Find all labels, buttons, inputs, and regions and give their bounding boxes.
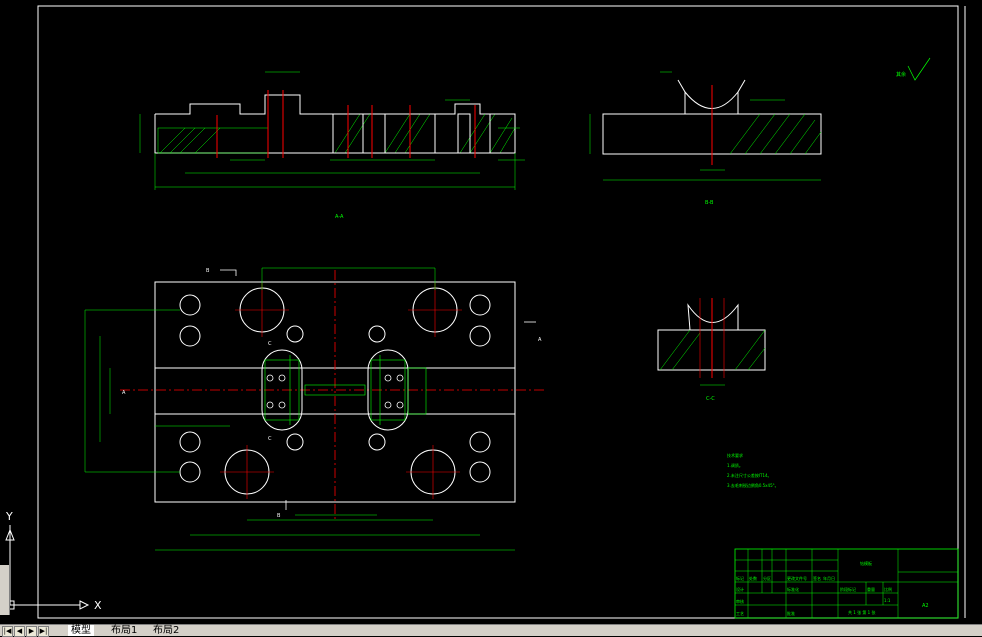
last-tab-button[interactable]: ▶| (38, 626, 49, 637)
cad-drawing: A-A B-B 其余 A A B B C C C-C 技术要求 1.调质。 2.… (5, 5, 966, 619)
tab-layout2[interactable]: 布局2 (150, 625, 182, 636)
svg-text:1.调质。: 1.调质。 (727, 462, 743, 468)
svg-text:分区: 分区 (763, 575, 771, 581)
section-aa-view: A-A (139, 71, 525, 220)
section-bb-label: B-B (705, 200, 714, 206)
svg-text:设计: 设计 (736, 586, 744, 592)
svg-text:C: C (268, 436, 272, 442)
roughness-symbol: 其余 (896, 57, 931, 81)
section-marks: A A B B C C (122, 268, 542, 519)
svg-text:处数: 处数 (749, 575, 757, 581)
svg-text:共 1 张 第 1 张: 共 1 张 第 1 张 (848, 609, 875, 615)
sheet-size-label: A2 (922, 603, 929, 609)
prev-tab-button[interactable]: ◀ (14, 626, 25, 637)
svg-text:重量: 重量 (867, 586, 875, 592)
technical-notes: 技术要求 1.调质。 2.未注尺寸公差按IT14。 3.去毛刺锐边倒角0.5x4… (727, 452, 779, 488)
section-aa-label: A-A (335, 214, 344, 220)
svg-text:签名: 签名 (813, 575, 821, 581)
svg-text:工艺: 工艺 (736, 611, 744, 616)
section-bb-view: B-B (589, 71, 822, 206)
svg-text:年月日: 年月日 (823, 575, 835, 581)
svg-text:B: B (277, 513, 281, 519)
sheet-border (37, 5, 959, 619)
svg-text:阶段标记: 阶段标记 (840, 586, 856, 592)
svg-text:比例: 比例 (884, 586, 892, 592)
drawing-canvas[interactable]: A-A B-B 其余 A A B B C C C-C 技术要求 1.调质。 2.… (0, 0, 982, 624)
svg-text:1:1: 1:1 (884, 598, 891, 603)
plan-view: A A B B C C (84, 267, 545, 551)
title-block: 钻模板 标记 处数 分区 更改文件号 签名 年月日 设计 标准化 阶段标记 重量… (734, 548, 959, 619)
svg-text:标记: 标记 (736, 575, 744, 581)
tab-model[interactable]: 模型 (68, 625, 94, 636)
next-tab-button[interactable]: ▶ (26, 626, 37, 637)
svg-text:批准: 批准 (787, 610, 795, 616)
svg-text:审核: 审核 (736, 598, 744, 604)
ucs-y-label: Y (5, 510, 13, 523)
svg-text:3.去毛刺锐边倒角0.5x45°。: 3.去毛刺锐边倒角0.5x45°。 (727, 482, 779, 488)
svg-text:A: A (122, 390, 126, 396)
first-tab-button[interactable]: |◀ (2, 626, 13, 637)
svg-text:A: A (538, 337, 542, 343)
svg-text:更改文件号: 更改文件号 (787, 575, 807, 581)
svg-text:C: C (268, 341, 272, 347)
section-cc-label: C-C (706, 396, 715, 402)
layout-tab-bar: |◀ ◀ ▶ ▶| 模型 布局1 布局2 (0, 624, 982, 637)
svg-text:钻模板: 钻模板 (860, 560, 872, 566)
svg-text:标准化: 标准化 (787, 586, 799, 592)
tab-layout1[interactable]: 布局1 (108, 625, 140, 636)
ucs-icon: X Y (5, 510, 102, 612)
section-cc-view: C-C (657, 298, 766, 402)
left-toolbar-edge[interactable] (0, 565, 10, 615)
ucs-x-label: X (94, 599, 102, 612)
svg-text:B: B (206, 268, 210, 274)
svg-text:其余: 其余 (896, 71, 906, 78)
svg-text:技术要求: 技术要求 (727, 452, 743, 458)
svg-text:2.未注尺寸公差按IT14。: 2.未注尺寸公差按IT14。 (727, 472, 772, 478)
